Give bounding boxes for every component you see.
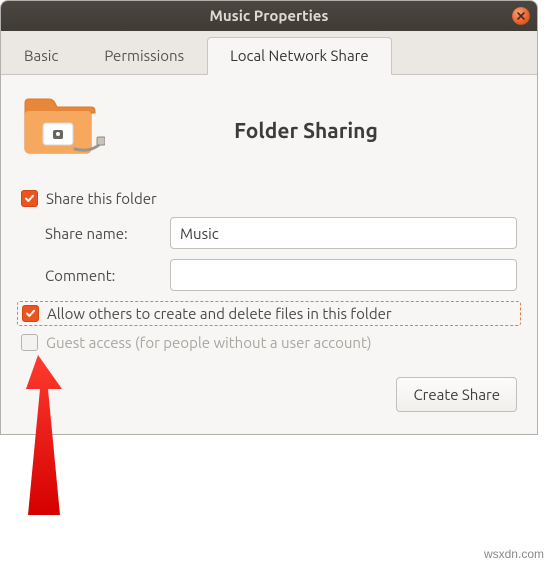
tab-basic[interactable]: Basic [1, 37, 81, 75]
tab-local-network-share[interactable]: Local Network Share [207, 37, 392, 75]
share-folder-checkbox[interactable] [21, 190, 38, 207]
guest-access-checkbox[interactable] [21, 334, 38, 351]
close-button[interactable] [512, 7, 530, 25]
share-folder-row[interactable]: Share this folder [21, 190, 517, 207]
watermark: wsxdn.com [484, 547, 544, 561]
create-share-button[interactable]: Create Share [396, 377, 517, 412]
tab-content: Folder Sharing Share this folder Share n… [1, 75, 537, 434]
allow-others-checkbox[interactable] [22, 305, 39, 322]
shared-folder-icon [21, 93, 105, 166]
tab-permissions[interactable]: Permissions [81, 37, 207, 75]
panel-heading: Folder Sharing [135, 118, 517, 142]
properties-window: Music Properties Basic Permissions Local… [0, 0, 538, 435]
share-name-input[interactable] [170, 217, 517, 249]
comment-input[interactable] [170, 259, 517, 291]
guest-access-row[interactable]: Guest access (for people without a user … [21, 334, 517, 351]
window-title: Music Properties [209, 7, 328, 24]
titlebar: Music Properties [1, 1, 537, 31]
share-name-row: Share name: [45, 217, 517, 249]
share-folder-label: Share this folder [46, 190, 157, 207]
allow-others-row[interactable]: Allow others to create and delete files … [17, 301, 521, 326]
header-row: Folder Sharing [21, 93, 517, 166]
guest-access-label: Guest access (for people without a user … [46, 334, 372, 351]
comment-row: Comment: [45, 259, 517, 291]
close-icon [516, 11, 526, 21]
check-icon [25, 308, 36, 319]
check-icon [24, 193, 35, 204]
share-name-label: Share name: [45, 225, 160, 242]
comment-label: Comment: [45, 267, 160, 284]
allow-others-label: Allow others to create and delete files … [47, 305, 392, 322]
button-row: Create Share [21, 377, 517, 412]
tab-bar: Basic Permissions Local Network Share [1, 31, 537, 75]
